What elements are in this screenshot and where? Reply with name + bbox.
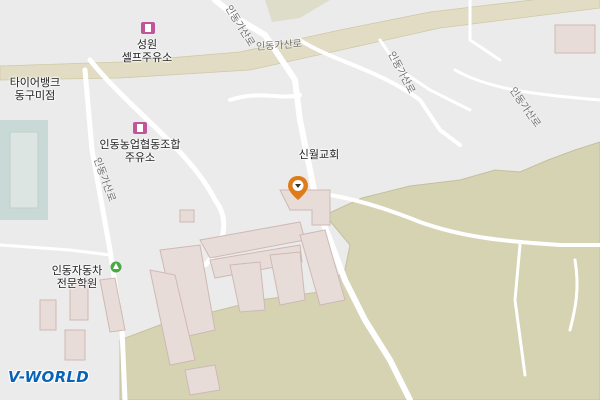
poi-label[interactable]: 성원 셀프주유소 <box>107 38 187 64</box>
vworld-logo: V-WORLD <box>8 368 90 386</box>
water-block <box>9 131 39 209</box>
poi-label-line2: 전문학원 <box>56 277 98 290</box>
poi-label-line1: 신월교회 <box>298 148 340 161</box>
poi-label-line2: 셀프주유소 <box>121 51 173 64</box>
road-label: 인동가산로 <box>255 38 303 53</box>
poi-label-line2: 동구미점 <box>14 89 56 102</box>
location-pin-icon[interactable] <box>288 176 308 200</box>
poi-label[interactable]: 타이어뱅크 동구미점 <box>0 76 70 102</box>
poi-label[interactable]: 인동자동차 전문학원 <box>42 264 112 290</box>
map-viewport[interactable]: 성원 셀프주유소 타이어뱅크 동구미점 인동농업협동조합 주유소 신월교회 인동… <box>0 0 600 400</box>
poi-label[interactable]: 신월교회 <box>284 148 354 161</box>
poi-label-line1: 인동자동차 <box>51 264 103 277</box>
fuel-icon[interactable] <box>132 120 148 134</box>
poi-label-line1: 인동농업협동조합 <box>99 138 181 151</box>
fuel-icon[interactable] <box>140 20 156 34</box>
poi-label-line1: 성원 <box>136 38 158 51</box>
poi-label-line1: 타이어뱅크 <box>9 76 61 89</box>
